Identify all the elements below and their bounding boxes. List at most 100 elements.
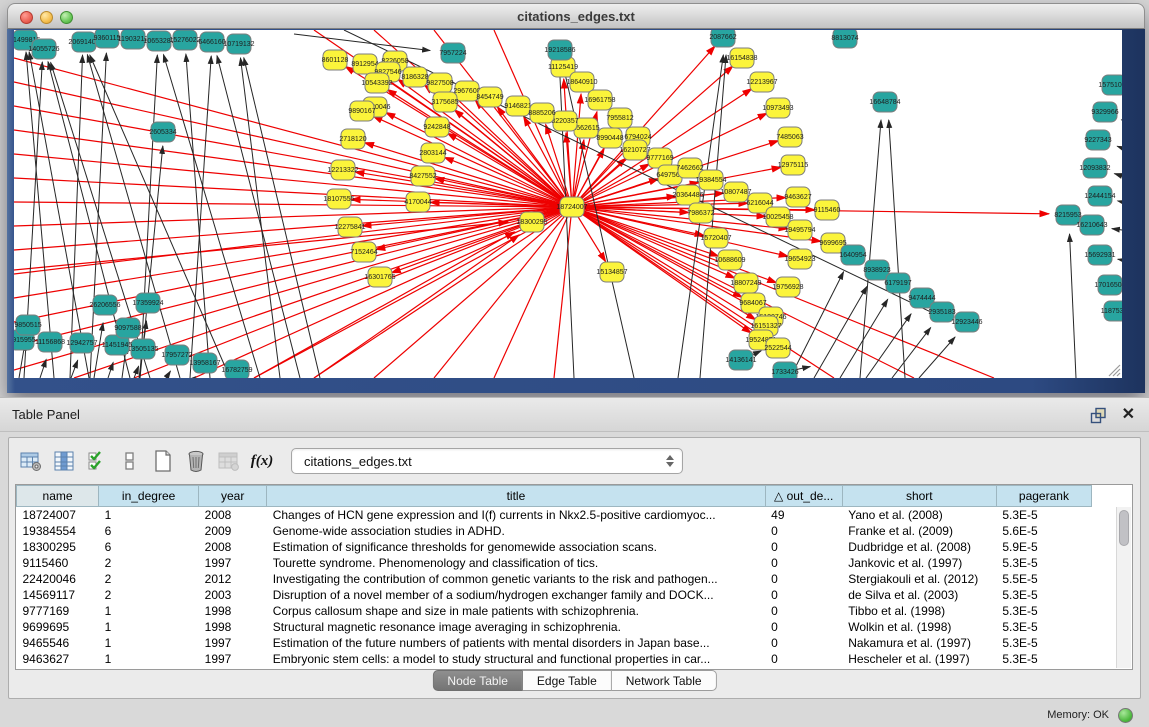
select-all-icon[interactable] — [85, 449, 109, 473]
zoom-window-button[interactable] — [60, 11, 73, 24]
graph-edge[interactable] — [71, 360, 78, 378]
graph-edge[interactable] — [1118, 259, 1122, 260]
network-graph[interactable]: 1872400718300295111254191864091016961758… — [14, 30, 1122, 378]
import-table-icon[interactable] — [217, 449, 241, 473]
graph-edge[interactable] — [1118, 201, 1122, 202]
table-cell[interactable]: 0 — [765, 587, 842, 603]
graph-node-7485063[interactable]: 7485063 — [776, 127, 803, 147]
table-cell[interactable]: 5.9E-5 — [996, 539, 1091, 555]
graph-edge[interactable] — [1114, 174, 1122, 176]
graph-node-15720407[interactable]: 15720407 — [700, 228, 731, 248]
graph-node-16961758[interactable]: 16961758 — [584, 90, 615, 110]
table-cell[interactable]: Nakamura et al. (1997) — [842, 635, 996, 651]
graph-node-19654923[interactable]: 19654923 — [784, 249, 815, 269]
table-cell[interactable]: 19384554 — [17, 523, 99, 539]
graph-node-11875342[interactable]: 11875342 — [1101, 301, 1122, 321]
tab-node-table[interactable]: Node Table — [432, 670, 523, 691]
graph-edge[interactable] — [554, 207, 572, 378]
column-header-title[interactable]: title — [267, 486, 765, 507]
graph-node-18640910[interactable]: 18640910 — [566, 72, 597, 92]
graph-node-2803144[interactable]: 2803144 — [419, 143, 446, 163]
graph-edge[interactable] — [14, 222, 508, 270]
table-cell[interactable]: 6 — [99, 539, 199, 555]
graph-node-18107555[interactable]: 18107555 — [323, 189, 354, 209]
table-row[interactable]: 1456911722003Disruption of a novel membe… — [17, 587, 1092, 603]
table-cell[interactable]: 5.3E-5 — [996, 619, 1091, 635]
table-cell[interactable]: 22420046 — [17, 571, 99, 587]
table-cell[interactable]: Investigating the contribution of common… — [267, 571, 765, 587]
table-cell[interactable]: 0 — [765, 523, 842, 539]
table-row[interactable]: 946362711997Embryonic stem cells: a mode… — [17, 651, 1092, 667]
graph-node-9329966[interactable]: 9329966 — [1091, 102, 1118, 122]
table-cell[interactable]: 2012 — [199, 571, 267, 587]
graph-node-17957272[interactable]: 17957272 — [161, 345, 192, 365]
table-cell[interactable]: Tibbo et al. (1998) — [842, 603, 996, 619]
close-panel-icon[interactable]: ✕ — [1122, 404, 1135, 424]
table-cell[interactable]: 2009 — [199, 523, 267, 539]
table-cell[interactable]: Franke et al. (2009) — [842, 523, 996, 539]
table-row[interactable]: 2242004622012Investigating the contribut… — [17, 571, 1092, 587]
table-cell[interactable]: 0 — [765, 555, 842, 571]
graph-node-2087662[interactable]: 2087662 — [709, 30, 736, 47]
table-cell[interactable]: 2 — [99, 571, 199, 587]
graph-node-7986372[interactable]: 7986372 — [687, 203, 714, 223]
clear-selection-icon[interactable] — [118, 449, 142, 473]
graph-node-8601128[interactable]: 8601128 — [322, 50, 349, 70]
table-cell[interactable]: 1 — [99, 507, 199, 523]
graph-node-14055726[interactable]: 14055726 — [28, 39, 59, 59]
graph-node-19218586[interactable]: 19218586 — [544, 40, 575, 60]
graph-node-18724007[interactable]: 18724007 — [556, 197, 587, 217]
graph-node-16782759[interactable]: 16782759 — [221, 360, 252, 378]
table-cell[interactable]: 9699695 — [17, 619, 99, 635]
table-cell[interactable]: 5.3E-5 — [996, 587, 1091, 603]
table-mode-icon[interactable] — [19, 449, 43, 473]
table-cell[interactable]: Changes of HCN gene expression and I(f) … — [267, 507, 765, 523]
table-cell[interactable]: 1997 — [199, 555, 267, 571]
graph-edge[interactable] — [840, 299, 888, 378]
graph-node-11156868[interactable]: 11156868 — [35, 332, 65, 352]
graph-edge[interactable] — [163, 54, 260, 378]
table-cell[interactable]: de Silva et al. (2003) — [842, 587, 996, 603]
graph-node-7957224[interactable]: 7957224 — [439, 43, 466, 63]
graph-node-20364486[interactable]: 20364486 — [672, 185, 703, 205]
graph-node-15751074[interactable]: 15751074 — [1098, 75, 1122, 95]
table-cell[interactable]: Jankovic et al. (1997) — [842, 555, 996, 571]
graph-node-8885206[interactable]: 8885206 — [528, 103, 555, 123]
resize-grip-icon[interactable] — [1109, 365, 1120, 376]
graph-node-1733426[interactable]: 1733426 — [771, 362, 798, 378]
graph-node-1640954[interactable]: 1640954 — [839, 245, 866, 265]
graph-node-17359924[interactable]: 17359924 — [132, 293, 163, 313]
graph-edge[interactable] — [919, 337, 955, 378]
graph-node-12213967[interactable]: 12213967 — [746, 72, 777, 92]
new-column-icon[interactable] — [151, 449, 175, 473]
graph-node-10543392[interactable]: 10543392 — [361, 73, 392, 93]
graph-edge[interactable] — [892, 328, 931, 378]
graph-node-8813074[interactable]: 8813074 — [831, 30, 858, 48]
table-cell[interactable]: 5.3E-5 — [996, 651, 1091, 667]
graph-node-16210643[interactable]: 16210643 — [1076, 215, 1107, 235]
table-cell[interactable]: 1998 — [199, 619, 267, 635]
close-window-button[interactable] — [20, 11, 33, 24]
table-source-dropdown[interactable]: citations_edges.txt — [291, 448, 683, 474]
graph-edge[interactable] — [90, 53, 106, 378]
column-header-short[interactable]: short — [842, 486, 996, 507]
column-header-in_degree[interactable]: in_degree — [99, 486, 199, 507]
table-row[interactable]: 911546021997Tourette syndrome. Phenomeno… — [17, 555, 1092, 571]
table-cell[interactable]: 18724007 — [17, 507, 99, 523]
graph-node-9227343[interactable]: 9227343 — [1084, 130, 1111, 150]
table-cell[interactable]: Yano et al. (2008) — [842, 507, 996, 523]
graph-edge[interactable] — [1070, 234, 1076, 378]
table-row[interactable]: 946554611997Estimation of the future num… — [17, 635, 1092, 651]
graph-edge[interactable] — [90, 55, 230, 378]
table-cell[interactable]: 1998 — [199, 603, 267, 619]
table-cell[interactable]: 0 — [765, 619, 842, 635]
graph-node-19495794[interactable]: 19495794 — [784, 220, 815, 240]
table-cell[interactable]: 2003 — [199, 587, 267, 603]
table-cell[interactable]: Dudbridge et al. (2008) — [842, 539, 996, 555]
graph-node-26206556[interactable]: 26206556 — [89, 295, 120, 315]
graph-node-13958167[interactable]: 13958167 — [189, 353, 220, 373]
graph-node-15276022[interactable]: 15276022 — [169, 30, 200, 50]
table-cell[interactable]: 1 — [99, 603, 199, 619]
graph-node-12444154[interactable]: 12444154 — [1084, 186, 1115, 206]
graph-node-2522544[interactable]: 2522544 — [764, 338, 791, 358]
